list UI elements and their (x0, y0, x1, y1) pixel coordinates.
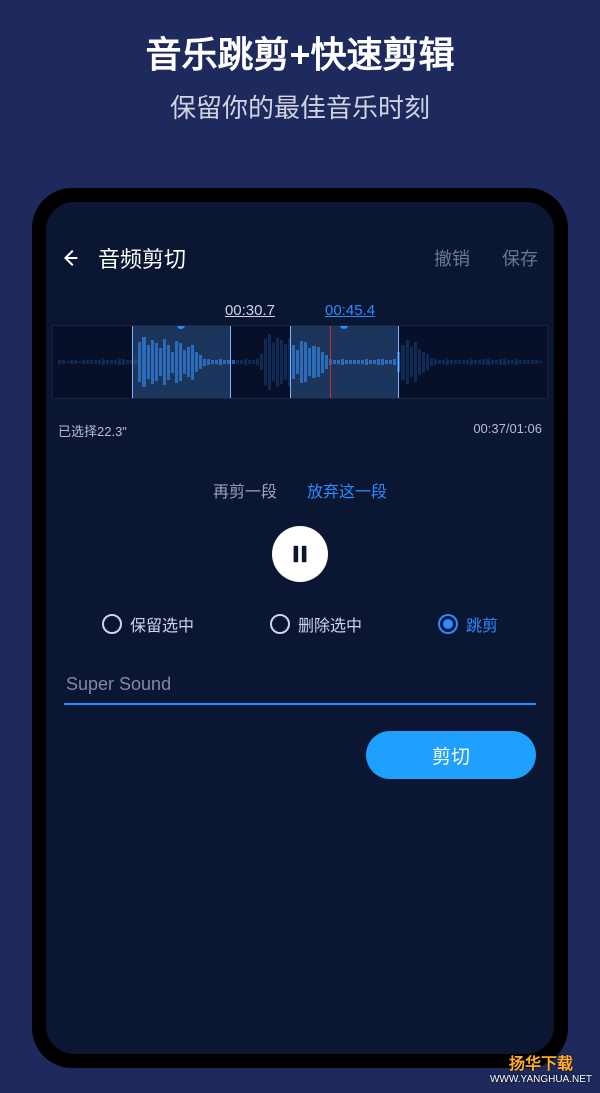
filename-input[interactable]: Super Sound (64, 666, 536, 705)
radio-skip[interactable]: 跳剪 (438, 612, 498, 636)
time-status-row: 已选择22.3" 00:37/01:06 (58, 421, 542, 440)
play-progress: 00:37/01:06 (473, 421, 542, 440)
radio-label: 删除选中 (298, 612, 362, 636)
selection-start-time[interactable]: 00:30.7 (225, 302, 275, 319)
promo-title: 音乐跳剪+快速剪辑 (0, 26, 600, 78)
selection-end-time[interactable]: 00:45.4 (325, 302, 375, 319)
radio-delete[interactable]: 删除选中 (270, 612, 362, 636)
segment-handle-icon[interactable] (340, 325, 348, 329)
cut-button[interactable]: 剪切 (366, 731, 536, 779)
playhead[interactable]: 00:37.0 (330, 325, 331, 399)
app-screen: 音频剪切 撤销 保存 00:30.7 00:45.4 00:37.0 已选择22… (46, 202, 554, 1054)
selected-duration: 已选择22.3" (58, 421, 127, 440)
undo-button[interactable]: 撤销 (434, 245, 470, 271)
save-button[interactable]: 保存 (502, 245, 538, 271)
action-links: 再剪一段 放弃这一段 (46, 478, 554, 502)
radio-keep[interactable]: 保留选中 (102, 612, 194, 636)
discard-segment-button[interactable]: 放弃这一段 (307, 478, 387, 502)
status-bar (46, 202, 554, 230)
radio-label: 跳剪 (466, 612, 498, 636)
radio-label: 保留选中 (130, 612, 194, 636)
segment-handle-icon[interactable] (177, 325, 185, 329)
back-button[interactable] (56, 244, 84, 272)
time-markers: 00:30.7 00:45.4 (46, 302, 554, 319)
radio-icon (270, 614, 290, 634)
phone-frame: 音频剪切 撤销 保存 00:30.7 00:45.4 00:37.0 已选择22… (32, 188, 568, 1068)
play-pause-button[interactable] (272, 526, 328, 582)
radio-icon (102, 614, 122, 634)
arrow-left-icon (59, 247, 81, 269)
app-bar: 音频剪切 撤销 保存 (46, 230, 554, 282)
page-title: 音频剪切 (98, 242, 186, 274)
promo-subtitle: 保留你的最佳音乐时刻 (0, 88, 600, 125)
radio-icon (438, 614, 458, 634)
cut-another-button[interactable]: 再剪一段 (213, 478, 277, 502)
waveform[interactable]: 00:37.0 (52, 325, 548, 399)
selection-segment[interactable] (132, 326, 231, 398)
watermark-url: WWW.YANGHUA.NET (490, 1074, 592, 1085)
mode-radio-group: 保留选中 删除选中 跳剪 (64, 612, 536, 636)
pause-icon (289, 543, 311, 565)
selection-segment[interactable] (290, 326, 399, 398)
